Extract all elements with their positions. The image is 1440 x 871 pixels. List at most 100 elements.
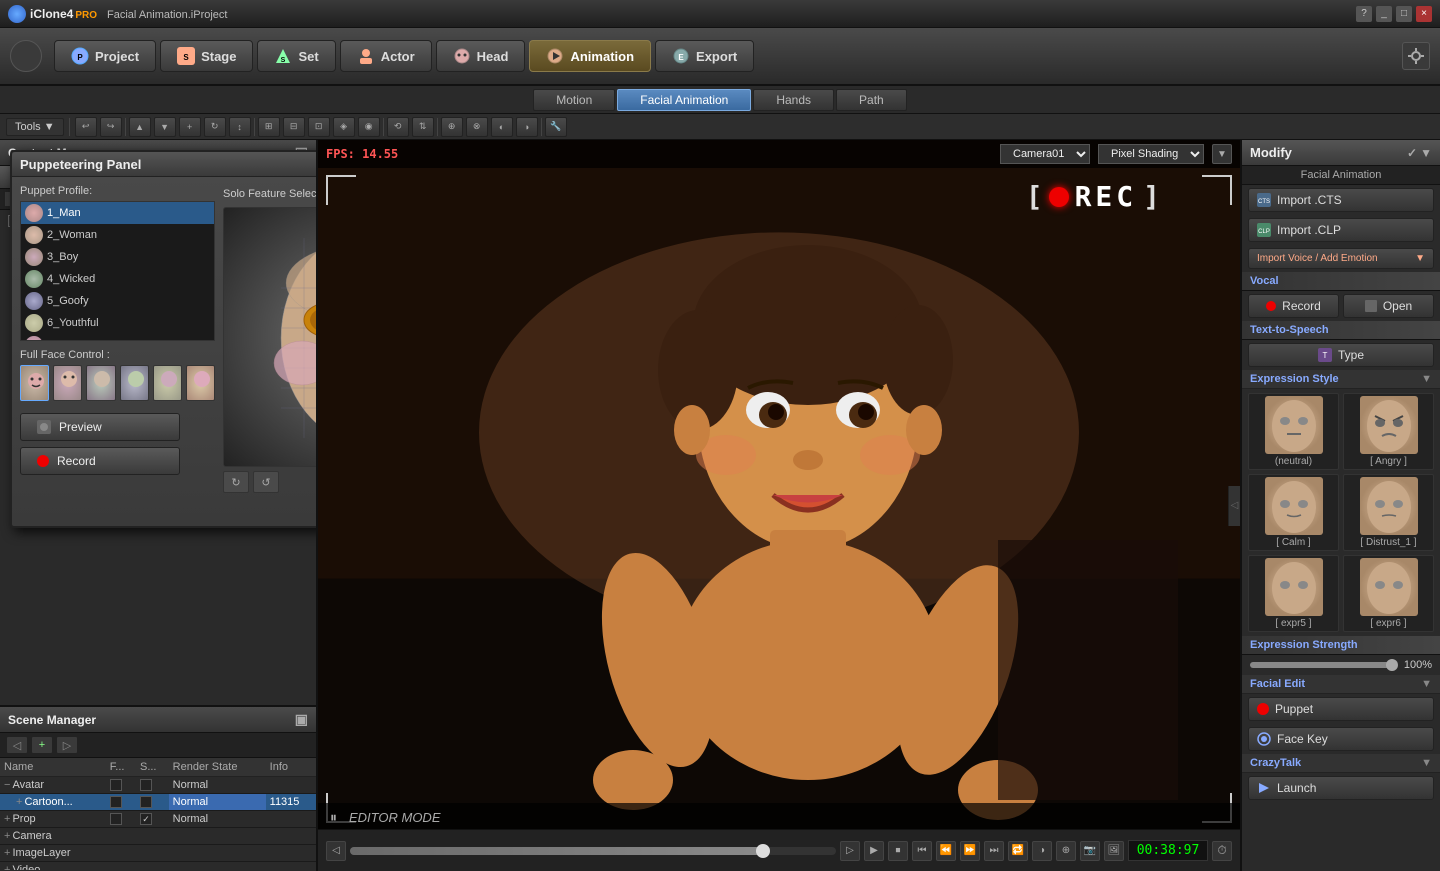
prev-frame-btn[interactable]: ⏮ — [912, 841, 932, 861]
tb-move[interactable]: ↕ — [229, 117, 251, 137]
face-thumb-2[interactable] — [53, 365, 82, 401]
face-key-btn[interactable]: Face Key — [1248, 727, 1434, 751]
help-btn[interactable]: ? — [1356, 6, 1372, 22]
tools-menu[interactable]: Tools ▼ — [6, 118, 64, 136]
tb-rotate[interactable]: ↻ — [204, 117, 226, 137]
close-btn[interactable]: × — [1416, 6, 1432, 22]
tb-redo[interactable]: ↪ — [100, 117, 122, 137]
minimize-btn[interactable]: _ — [1376, 6, 1392, 22]
import-clp-btn[interactable]: CLP Import .CLP — [1248, 218, 1434, 242]
tb-add[interactable]: + — [179, 117, 201, 137]
tb-t5[interactable]: ◉ — [358, 117, 380, 137]
misc-btn2[interactable]: ⊕ — [1056, 841, 1076, 861]
expression-calm[interactable]: [ Calm ] — [1248, 474, 1339, 551]
rotate-face-btn[interactable]: ↻ — [223, 471, 249, 493]
table-row[interactable]: +ImageLayer — [0, 845, 316, 862]
timeline-handle[interactable] — [756, 844, 770, 858]
nav-set[interactable]: S Set — [257, 40, 335, 72]
strength-slider[interactable] — [1250, 662, 1396, 668]
tb-t7[interactable]: ⇅ — [412, 117, 434, 137]
table-row[interactable]: +Prop ✓ Normal — [0, 811, 316, 828]
profile-7-attractive[interactable]: 7_Attractive — [21, 334, 214, 341]
strength-handle[interactable] — [1386, 659, 1398, 671]
right-expand-btn[interactable]: ◁ — [1228, 486, 1240, 526]
expression-5[interactable]: [ expr5 ] — [1248, 555, 1339, 632]
preview-button[interactable]: Preview — [20, 413, 180, 441]
expression-neutral[interactable]: (neutral) — [1248, 393, 1339, 470]
launch-btn[interactable]: Launch — [1248, 776, 1434, 800]
maximize-btn[interactable]: □ — [1396, 6, 1412, 22]
scene-table-container[interactable]: Name F... S... Render State Info −Avatar — [0, 758, 316, 870]
nav-head[interactable]: Head — [436, 40, 526, 72]
expand-icon[interactable]: + — [4, 864, 10, 870]
vocal-record-btn[interactable]: Record — [1248, 294, 1339, 318]
puppet-btn[interactable]: Puppet — [1248, 697, 1434, 721]
nav-right-btn[interactable]: ▷ — [840, 841, 860, 861]
tb-t3[interactable]: ⊡ — [308, 117, 330, 137]
s-checkbox[interactable] — [140, 796, 152, 808]
profile-list[interactable]: 1_Man 2_Woman 3_Boy — [20, 201, 215, 341]
tb-up[interactable]: ▲ — [129, 117, 151, 137]
table-row[interactable]: −Avatar Normal — [0, 777, 316, 794]
table-row[interactable]: +Camera — [0, 828, 316, 845]
tb-t9[interactable]: ⊗ — [466, 117, 488, 137]
subnav-facial-animation[interactable]: Facial Animation — [617, 89, 751, 111]
tb-t6[interactable]: ⟲ — [387, 117, 409, 137]
nav-actor[interactable]: Actor — [340, 40, 432, 72]
loop-btn[interactable]: 🔁 — [1008, 841, 1028, 861]
stop-btn[interactable]: ⏹ — [888, 841, 908, 861]
import-cts-btn[interactable]: CTS Import .CTS — [1248, 188, 1434, 212]
profile-2-woman[interactable]: 2_Woman — [21, 224, 214, 246]
settings-icon[interactable] — [1402, 42, 1430, 70]
play-btn[interactable]: ▶ — [864, 841, 884, 861]
expand-icon[interactable]: − — [4, 779, 10, 791]
tb-t10[interactable]: ◐ — [491, 117, 513, 137]
face-3d-preview[interactable] — [223, 207, 316, 467]
camera-select[interactable]: Camera01 — [1000, 144, 1090, 164]
tb-t12[interactable]: 🔧 — [545, 117, 567, 137]
expand-icon[interactable]: + — [4, 813, 10, 825]
face-thumb-5[interactable] — [153, 365, 182, 401]
s-checkbox[interactable] — [140, 779, 152, 791]
tb-undo[interactable]: ↩ — [75, 117, 97, 137]
tb-t4[interactable]: ◈ — [333, 117, 355, 137]
profile-5-goofy[interactable]: 5_Goofy — [21, 290, 214, 312]
expression-distrust[interactable]: [ Distrust_1 ] — [1343, 474, 1434, 551]
nav-project[interactable]: P Project — [54, 40, 156, 72]
vocal-open-btn[interactable]: Open — [1343, 294, 1434, 318]
tb-t8[interactable]: ⊕ — [441, 117, 463, 137]
misc-btn1[interactable]: ◑ — [1032, 841, 1052, 861]
profile-6-youthful[interactable]: 6_Youthful — [21, 312, 214, 334]
table-row[interactable]: +Cartoon... Normal 11315 — [0, 794, 316, 811]
expand-icon[interactable]: + — [16, 796, 22, 808]
scene-manager-close[interactable]: ▣ — [295, 711, 308, 728]
reset-face-btn[interactable]: ↺ — [253, 471, 279, 493]
expand-icon[interactable]: + — [4, 830, 10, 842]
subnav-path[interactable]: Path — [836, 89, 907, 111]
profile-1-man[interactable]: 1_Man — [21, 202, 214, 224]
tb-down[interactable]: ▼ — [154, 117, 176, 137]
import-voice-btn[interactable]: Import Voice / Add Emotion ▼ — [1248, 248, 1434, 269]
window-controls[interactable]: ? _ □ × — [1356, 6, 1432, 22]
viewport[interactable]: FPS: 14.55 Camera01 Pixel Shading ▼ [ RE… — [318, 140, 1240, 871]
fwd-btn[interactable]: ⏩ — [960, 841, 980, 861]
flag-checkbox[interactable] — [110, 779, 122, 791]
crazytalk-toggle[interactable]: CrazyTalk ▼ — [1242, 754, 1440, 773]
shading-select[interactable]: Pixel Shading — [1098, 144, 1204, 164]
subnav-hands[interactable]: Hands — [753, 89, 834, 111]
record-button[interactable]: Record — [20, 447, 180, 475]
type-btn[interactable]: T Type — [1248, 343, 1434, 367]
scene-add-btn[interactable]: + — [31, 736, 53, 754]
expression-angry[interactable]: [ Angry ] — [1343, 393, 1434, 470]
timeline-slider[interactable] — [350, 847, 836, 855]
profile-4-wicked[interactable]: 4_Wicked — [21, 268, 214, 290]
table-row[interactable]: +Video — [0, 862, 316, 871]
tb-t2[interactable]: ⊟ — [283, 117, 305, 137]
viewport-menu-btn[interactable]: ▼ — [1212, 144, 1232, 164]
right-panel-check[interactable]: ✓ — [1407, 146, 1417, 160]
subnav-motion[interactable]: Motion — [533, 89, 615, 111]
pause-btn[interactable]: ⏸ — [330, 809, 337, 826]
profile-3-boy[interactable]: 3_Boy — [21, 246, 214, 268]
flag-checkbox[interactable] — [110, 813, 122, 825]
flag-checkbox[interactable] — [110, 796, 122, 808]
